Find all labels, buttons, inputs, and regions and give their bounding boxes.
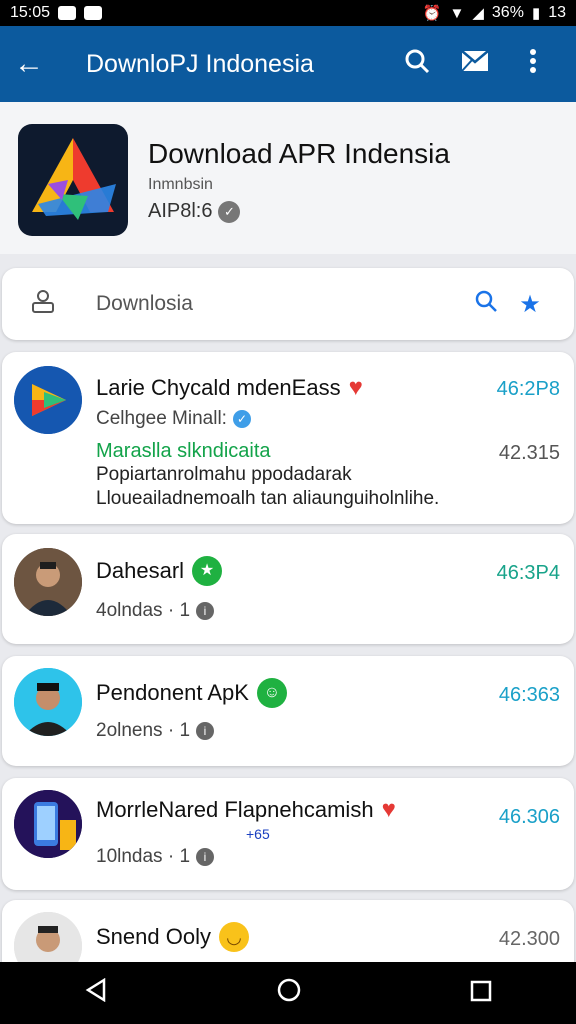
status-bar: 15:05 ⏰ ▼ ◢ 36% ▮ 13 bbox=[0, 0, 576, 26]
more-options-icon[interactable] bbox=[504, 48, 562, 81]
wifi-icon: ▼ bbox=[449, 4, 465, 22]
item-value: 46:2P8 bbox=[496, 378, 560, 400]
signal-icon: ◢ bbox=[472, 5, 484, 22]
device-avatar bbox=[14, 790, 82, 858]
user-icon bbox=[30, 288, 64, 320]
item-value: 46:363 bbox=[498, 684, 560, 706]
heart-icon: ♥ bbox=[348, 374, 363, 401]
item-subtitle-text: 4olndas · 1 bbox=[96, 600, 191, 621]
item-green-text: Maraslla slkndicaita bbox=[96, 440, 271, 462]
list-item[interactable]: MorrleNared Flapnehcamish ♥ +65 46.306 1… bbox=[2, 778, 574, 890]
item-subtitle: 4olndas · 1 i bbox=[96, 600, 215, 622]
item-title-text: Pendonent ApK bbox=[96, 680, 249, 705]
battery-icon: ▮ bbox=[531, 5, 541, 22]
app-icon-avatar bbox=[14, 366, 82, 434]
search-icon[interactable] bbox=[464, 289, 508, 320]
app-bar-title: DownloPJ Indonesia bbox=[86, 49, 314, 78]
info-icon: i bbox=[196, 602, 215, 620]
green-badge-icon: ☺ bbox=[256, 678, 287, 708]
battery-text: 36% bbox=[491, 4, 524, 21]
info-icon: i bbox=[196, 722, 215, 740]
back-nav-icon[interactable] bbox=[84, 977, 108, 1009]
app-meta: AIP8l:6 ✓ bbox=[148, 200, 241, 223]
back-arrow-icon[interactable]: ← bbox=[14, 49, 54, 79]
verified-icon: ✓ bbox=[232, 410, 251, 428]
signal-text: 13 bbox=[548, 4, 566, 21]
home-nav-icon[interactable] bbox=[276, 977, 302, 1010]
search-bar[interactable]: Downlosia ★ bbox=[2, 268, 574, 340]
item-subtitle-text: Celhgee Minall: bbox=[96, 408, 227, 429]
status-time: 15:05 bbox=[10, 4, 51, 21]
info-badge-icon: ✓ bbox=[218, 200, 241, 223]
smile-emoji-icon: ◡ bbox=[218, 922, 249, 952]
heart-icon: ♥ bbox=[381, 796, 396, 823]
item-title: MorrleNared Flapnehcamish ♥ bbox=[96, 796, 396, 824]
item-title: Pendonent ApK ☺ bbox=[96, 678, 287, 708]
green-badge-icon: ★ bbox=[192, 556, 223, 586]
app-title: Download APR Indensia bbox=[148, 138, 450, 169]
mail-notification-icon bbox=[84, 6, 103, 20]
item-value: 42.300 bbox=[498, 928, 560, 950]
item-title-text: Dahesarl bbox=[96, 558, 185, 583]
list-item[interactable]: Larie Chycald mdenEass ♥ 46:2P8 Celhgee … bbox=[2, 352, 574, 524]
item-subtitle: 2olnens · 1 i bbox=[96, 720, 215, 742]
info-icon: i bbox=[196, 848, 215, 866]
item-subtitle-text: 2olnens · 1 bbox=[96, 720, 191, 741]
list-item[interactable]: Pendonent ApK ☺ 46:363 2olnens · 1 i bbox=[2, 656, 574, 766]
app-header: Download APR Indensia Inmnbsin AIP8l:6 ✓ bbox=[0, 102, 576, 254]
alarm-icon: ⏰ bbox=[422, 5, 442, 22]
item-value-2: 42.315 bbox=[498, 442, 560, 464]
item-title: Dahesarl ★ bbox=[96, 556, 223, 586]
item-title: Snend Ooly ◡ bbox=[96, 922, 249, 952]
item-desc-2: Lloueailadnemoalh tan aliaunguiholnlihe. bbox=[96, 488, 440, 509]
item-value: 46:3P4 bbox=[496, 562, 560, 584]
item-title-text: MorrleNared Flapnehcamish bbox=[96, 797, 374, 822]
item-value: 46.306 bbox=[498, 806, 560, 828]
navigation-bar bbox=[0, 962, 576, 1024]
search-icon[interactable] bbox=[388, 48, 446, 81]
item-subtitle: Celhgee Minall: ✓ bbox=[96, 408, 251, 430]
app-developer: Inmnbsin bbox=[148, 176, 213, 193]
recents-nav-icon[interactable] bbox=[470, 978, 492, 1009]
item-extra: +65 bbox=[246, 826, 270, 842]
notification-icon bbox=[58, 6, 77, 20]
item-title-text: Snend Ooly bbox=[96, 924, 211, 949]
item-desc-1: Popiartanrolmahu ppodadarak bbox=[96, 464, 352, 485]
item-subtitle-text: 10lndas · 1 bbox=[96, 846, 191, 867]
search-label[interactable]: Downlosia bbox=[96, 292, 464, 316]
item-subtitle: 10lndas · 1 i bbox=[96, 846, 215, 868]
app-logo bbox=[18, 124, 128, 236]
user-avatar bbox=[14, 548, 82, 616]
app-bar: ← DownloPJ Indonesia bbox=[0, 26, 576, 102]
star-icon[interactable]: ★ bbox=[508, 290, 552, 319]
item-title-text: Larie Chycald mdenEass bbox=[96, 375, 341, 400]
list-item[interactable]: Dahesarl ★ 46:3P4 4olndas · 1 i bbox=[2, 534, 574, 644]
app-meta-text: AIP8l:6 bbox=[148, 200, 213, 222]
item-title: Larie Chycald mdenEass ♥ bbox=[96, 374, 363, 402]
user-avatar bbox=[14, 668, 82, 736]
mail-icon[interactable] bbox=[446, 49, 504, 79]
